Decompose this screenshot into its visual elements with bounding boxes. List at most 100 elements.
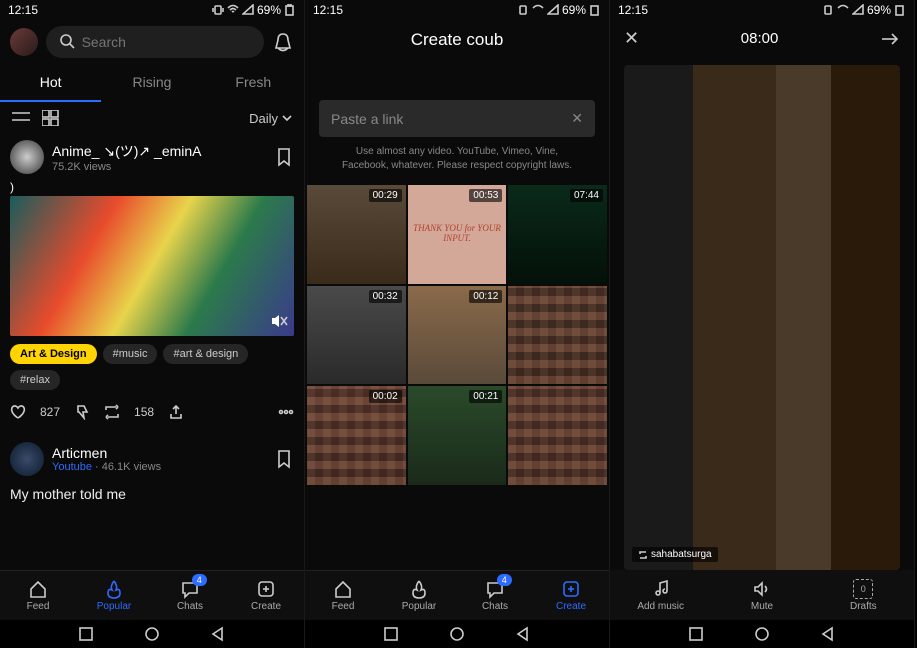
chip-category[interactable]: Art & Design bbox=[10, 344, 97, 364]
post-2: Articmen Youtube · 46.1K views My mother… bbox=[0, 430, 304, 512]
battery-pct: 69% bbox=[257, 3, 281, 17]
chat-badge: 4 bbox=[497, 574, 512, 586]
like-count: 827 bbox=[40, 405, 60, 419]
editor-nav: Add music Mute 0 Drafts bbox=[610, 570, 914, 620]
share-icon[interactable] bbox=[168, 404, 184, 420]
status-right: 69% bbox=[212, 3, 296, 17]
screen-trim: 12:15 69% ✕ 08:00 sahabatsurga Tap on se… bbox=[610, 0, 915, 648]
wifi-icon bbox=[227, 4, 239, 16]
tab-rising[interactable]: Rising bbox=[101, 64, 202, 102]
bottom-nav: Feed Popular 4 Chats Create bbox=[305, 570, 609, 620]
nav-feed[interactable]: Feed bbox=[0, 571, 76, 620]
recent-apps-icon[interactable] bbox=[78, 626, 94, 642]
post-title[interactable]: Articmen bbox=[52, 445, 161, 461]
recent-apps-icon[interactable] bbox=[383, 626, 399, 642]
nav-feed[interactable]: Feed bbox=[305, 571, 381, 620]
post-views: 75.2K views bbox=[52, 161, 202, 173]
video-thumb[interactable]: 00:29 bbox=[307, 185, 406, 284]
video-thumb[interactable]: 00:21 bbox=[408, 386, 507, 485]
profile-avatar[interactable] bbox=[10, 28, 38, 56]
nav-chats[interactable]: 4 Chats bbox=[457, 571, 533, 620]
post-actions: 827 158 bbox=[10, 398, 294, 430]
video-thumb[interactable]: 00:32 bbox=[307, 286, 406, 385]
chip-tag[interactable]: #music bbox=[103, 344, 158, 364]
flame-icon bbox=[104, 579, 124, 599]
clock: 12:15 bbox=[618, 3, 648, 17]
android-nav bbox=[305, 620, 609, 648]
android-nav bbox=[0, 620, 304, 648]
chip-tag[interactable]: #art & design bbox=[163, 344, 248, 364]
close-icon[interactable]: ✕ bbox=[624, 28, 639, 49]
feed-toolbar: Daily bbox=[0, 102, 304, 134]
back-system-icon[interactable] bbox=[210, 626, 226, 642]
search-bar[interactable] bbox=[46, 26, 264, 58]
video-thumb[interactable] bbox=[508, 286, 607, 385]
tab-fresh[interactable]: Fresh bbox=[203, 64, 304, 102]
video-thumb[interactable]: 07:44 bbox=[508, 185, 607, 284]
feed-tabs: Hot Rising Fresh bbox=[0, 64, 304, 102]
clock: 12:15 bbox=[313, 3, 343, 17]
post-title[interactable]: Anime_ ↘(ツ)↗ _eminA bbox=[52, 141, 202, 161]
wifi-icon bbox=[837, 4, 849, 16]
next-arrow-icon[interactable] bbox=[880, 29, 900, 49]
clear-icon[interactable]: ✕ bbox=[571, 110, 583, 127]
home-system-icon[interactable] bbox=[754, 626, 770, 642]
chat-badge: 4 bbox=[192, 574, 207, 586]
post-video[interactable] bbox=[10, 196, 294, 336]
wifi-icon bbox=[532, 4, 544, 16]
status-bar: 12:15 69% bbox=[610, 0, 914, 20]
back-system-icon[interactable] bbox=[515, 626, 531, 642]
video-thumb[interactable] bbox=[508, 386, 607, 485]
clock: 12:15 bbox=[8, 3, 38, 17]
video-thumb[interactable]: 00:53THANK YOU for YOUR INPUT. bbox=[408, 185, 507, 284]
nav-chats[interactable]: 4 Chats bbox=[152, 571, 228, 620]
paste-link-input[interactable]: Paste a link ✕ bbox=[319, 100, 595, 137]
nav-popular[interactable]: Popular bbox=[381, 571, 457, 620]
recent-apps-icon[interactable] bbox=[688, 626, 704, 642]
chevron-down-icon bbox=[282, 113, 292, 123]
home-system-icon[interactable] bbox=[449, 626, 465, 642]
plus-box-icon bbox=[256, 579, 276, 599]
search-icon bbox=[58, 32, 76, 52]
drafts-button[interactable]: 0 Drafts bbox=[813, 570, 914, 620]
recoub-count: 158 bbox=[134, 405, 154, 419]
page-title: Create coub bbox=[305, 20, 609, 60]
chip-tag[interactable]: #relax bbox=[10, 370, 60, 390]
android-nav bbox=[610, 620, 914, 648]
post-avatar[interactable] bbox=[10, 442, 44, 476]
muted-icon[interactable] bbox=[270, 312, 288, 330]
more-icon[interactable] bbox=[278, 404, 294, 420]
list-view-icon[interactable] bbox=[12, 110, 32, 126]
sort-daily[interactable]: Daily bbox=[249, 111, 292, 126]
home-system-icon[interactable] bbox=[144, 626, 160, 642]
video-grid: 00:29 00:53THANK YOU for YOUR INPUT. 07:… bbox=[305, 185, 609, 485]
video-preview[interactable]: sahabatsurga bbox=[624, 65, 900, 570]
view-toggle bbox=[12, 110, 62, 126]
recoub-icon[interactable] bbox=[104, 404, 120, 420]
notifications-icon[interactable] bbox=[272, 31, 294, 53]
nav-create[interactable]: Create bbox=[533, 571, 609, 620]
battery-icon bbox=[589, 4, 601, 16]
editor-header: ✕ 08:00 bbox=[610, 20, 914, 57]
bookmark-icon[interactable] bbox=[274, 449, 294, 469]
search-input[interactable] bbox=[82, 34, 252, 50]
video-thumb[interactable]: 00:02 bbox=[307, 386, 406, 485]
clip-duration: 08:00 bbox=[741, 30, 779, 47]
nav-create[interactable]: Create bbox=[228, 571, 304, 620]
add-music-button[interactable]: Add music bbox=[610, 570, 711, 620]
battery-pct: 69% bbox=[562, 3, 586, 17]
video-thumb[interactable]: 00:12 bbox=[408, 286, 507, 385]
tab-hot[interactable]: Hot bbox=[0, 64, 101, 102]
vibrate-icon bbox=[517, 4, 529, 16]
post-avatar[interactable] bbox=[10, 140, 44, 174]
back-system-icon[interactable] bbox=[820, 626, 836, 642]
home-icon bbox=[28, 579, 48, 599]
mute-button[interactable]: Mute bbox=[711, 570, 812, 620]
bookmark-icon[interactable] bbox=[274, 147, 294, 167]
post-chips: Art & Design #music #art & design #relax bbox=[10, 336, 294, 398]
dislike-icon[interactable] bbox=[74, 404, 90, 420]
like-icon[interactable] bbox=[10, 404, 26, 420]
signal-icon bbox=[242, 4, 254, 16]
nav-popular[interactable]: Popular bbox=[76, 571, 152, 620]
grid-view-icon[interactable] bbox=[42, 110, 62, 126]
